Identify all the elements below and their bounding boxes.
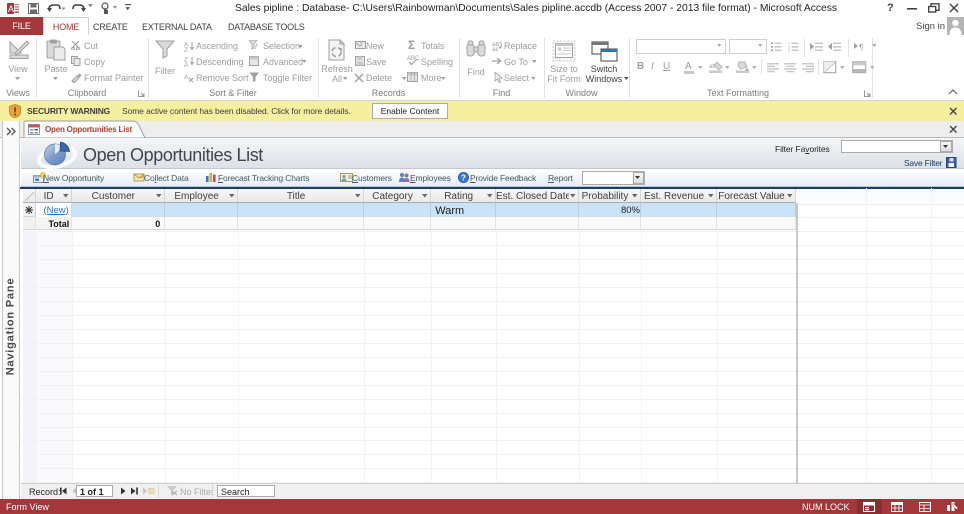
- svg-text:A: A: [184, 74, 189, 81]
- svg-text:f: f: [255, 44, 258, 50]
- svg-text:3: 3: [788, 49, 790, 52]
- svg-text:ABC: ABC: [407, 56, 419, 62]
- svg-text:Z: Z: [184, 47, 188, 52]
- svg-text:A: A: [8, 4, 14, 14]
- svg-text:?: ?: [461, 174, 466, 183]
- svg-text:¶: ¶: [859, 43, 863, 52]
- svg-text:A: A: [184, 62, 189, 67]
- svg-text:ac: ac: [492, 46, 500, 51]
